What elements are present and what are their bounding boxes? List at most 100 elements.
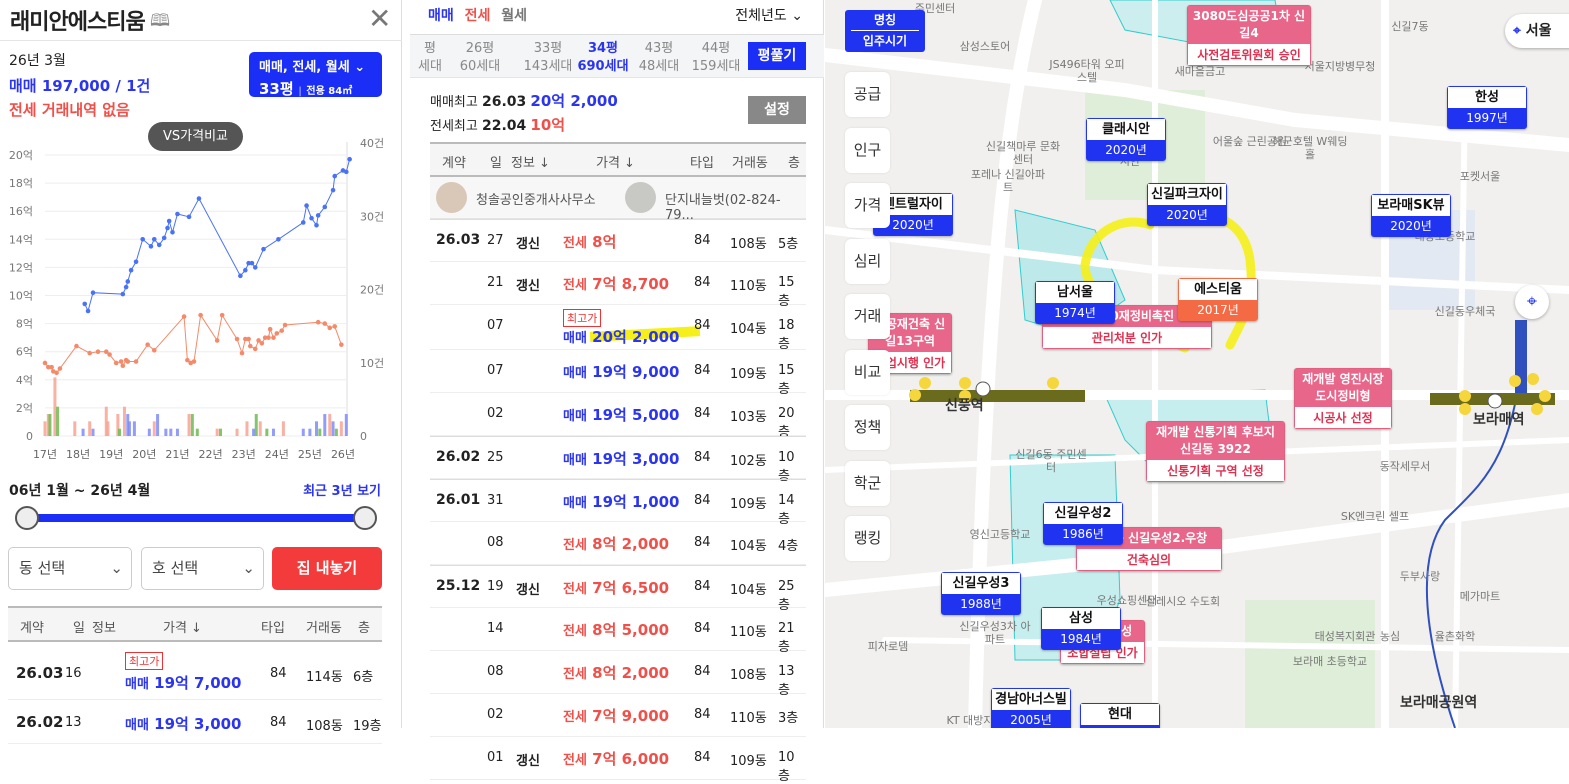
pyeong-option[interactable]: 44평 159세대 [686, 40, 746, 76]
pyeong-option[interactable]: 26평 60세대 [450, 40, 510, 76]
sort-price[interactable]: 가격 ↓ [163, 617, 202, 636]
project-marker[interactable]: 재개발 영진시장 도시정비형 시공사 선정 [1294, 368, 1392, 429]
sort-info[interactable]: 정보 ↓ [511, 152, 550, 171]
complex-marker[interactable]: 경남아너스빌 2005년 [991, 688, 1071, 728]
side-menu-item[interactable]: 비교 [845, 349, 890, 395]
map-icon[interactable]: 🕮 [150, 8, 170, 37]
complex-marker[interactable]: 클래시안 2020년 [1086, 118, 1166, 161]
complex-marker[interactable]: 신길파크자이 2020년 [1147, 183, 1227, 226]
pyeong-option[interactable]: 33평 143세대 [518, 40, 578, 76]
range-start-handle[interactable] [15, 506, 39, 530]
chevron-down-icon: ⌄ [242, 559, 255, 577]
y2-tick-label: 40건 [360, 137, 384, 150]
settings-button[interactable]: 설정 [748, 96, 806, 124]
map-poi-label[interactable]: 농협 [1545, 415, 1569, 428]
map-poi-label[interactable]: 신길책마루 문화센터 [983, 140, 1063, 166]
my-location-icon[interactable]: ⌖ [1515, 285, 1549, 319]
map-poi-label[interactable]: 살레시오 수도회 [1143, 595, 1223, 608]
table-row[interactable]: 21 갱신 전세 7억 8,700 84 110동 15층 [430, 262, 806, 309]
map-poi-label[interactable]: 율촌화학 [1415, 630, 1495, 643]
table-row[interactable]: 02 전세 7억 9,000 84 110동 3층 [430, 694, 806, 737]
map-view[interactable]: 주민센터삼성스토어JS496타워 오피스텔새마을금고신길책마루 문화센터힐스테이… [825, 0, 1569, 728]
trade-price: 전세 7억 6,500 [563, 579, 670, 597]
complex-marker[interactable]: 에스티움 2017년 [1178, 278, 1258, 321]
list-house-button[interactable]: 집 내놓기 [272, 547, 382, 590]
volume-bar [73, 421, 77, 436]
sort-price[interactable]: 가격 ↓ [596, 152, 635, 171]
dong-select[interactable]: 동 선택 ⌄ [8, 547, 132, 590]
map-poi-label[interactable]: 포레나 신길아파트 [968, 168, 1048, 194]
table-row[interactable]: 01 갱신 전세 7억 6,000 84 109동 10층 [430, 737, 806, 784]
data-point [57, 366, 63, 371]
map-poi-label[interactable]: 해군호텔 W웨딩홀 [1270, 135, 1350, 161]
year-filter-dropdown[interactable]: 전체년도 ⌄ [735, 5, 803, 25]
map-poi-label[interactable]: 영신고등학교 [960, 528, 1040, 541]
map-poi-label[interactable]: 신길7동 [1370, 20, 1450, 33]
map-poi-label[interactable]: 보라매 초등학교 [1290, 655, 1370, 668]
recent-3y-link[interactable]: 최근 3년 보기 [303, 480, 381, 499]
table-row[interactable]: 26.03 16 최고가 매매 19억 7,000 84 114동 6층 [8, 642, 382, 700]
complex-marker[interactable]: 보라매SK뷰 2020년 [1371, 194, 1451, 237]
side-menu-item[interactable]: 랭킹 [845, 516, 890, 561]
table-row[interactable]: 08 전세 8억 2,000 84 108동 13층 [430, 651, 806, 698]
complex-marker[interactable]: 현대 [1080, 703, 1160, 728]
side-menu-item[interactable]: 가격 [845, 183, 890, 228]
pyeong-option[interactable]: 34평 690세대 [573, 40, 633, 76]
tab-monthly[interactable]: 월세 [501, 8, 527, 24]
x-tick-label: 20년 [132, 448, 156, 461]
agent-name[interactable]: 청솔공인중개사사무소 [476, 189, 596, 208]
date-range-track[interactable] [27, 514, 365, 522]
complex-marker[interactable]: 신길우성2 1986년 [1043, 502, 1123, 545]
agent-name[interactable]: 단지내늘벗(02-824-79... [665, 189, 806, 223]
map-poi-label[interactable]: 두부사랑 [1380, 570, 1460, 583]
complex-marker[interactable]: 삼성 1984년 [1041, 607, 1121, 650]
table-row[interactable]: 26.02 25 매매 19억 3,000 84 102동 10층 [430, 436, 806, 484]
table-row[interactable]: 25.12 19 갱신 전세 7억 6,500 84 104동 25층 [430, 565, 806, 613]
complex-marker[interactable]: 한성 1997년 [1447, 86, 1527, 129]
volume-bar [301, 428, 305, 436]
complex-marker[interactable]: 신길우성3 1988년 [941, 572, 1021, 615]
tab-sale[interactable]: 매매 [428, 8, 454, 24]
side-menu-item[interactable]: 인구 [845, 127, 890, 173]
map-poi-label[interactable]: 메가마트 [1440, 590, 1520, 603]
unfold-pyeong-button[interactable]: 평풀기 [748, 42, 806, 70]
trade-type-dropdown[interactable]: 매매, 전세, 월세 ⌄ 33평 | 전용 84㎡ [249, 52, 382, 98]
data-point [344, 169, 349, 175]
map-poi-label[interactable]: 포켓서울 [1440, 170, 1520, 183]
table-row[interactable]: 26.01 31 매매 19억 1,000 84 109동 14층 [430, 479, 806, 527]
table-row[interactable]: 08 전세 8억 2,000 84 104동 4층 [430, 522, 806, 565]
side-menu-item[interactable]: 심리 [845, 238, 890, 284]
table-row[interactable]: 07 매매 19억 9,000 84 109동 15층 [430, 350, 806, 397]
map-poi-label[interactable]: 신길동우체국 [1425, 305, 1505, 318]
map-poi-label[interactable]: 신길우성3차 아파트 [955, 620, 1035, 646]
map-poi-label[interactable]: 피자로뎀 [848, 640, 928, 653]
tab-jeonse[interactable]: 전세 [465, 8, 491, 24]
map-poi-label[interactable]: 서울지방병무청 [1300, 60, 1380, 73]
project-marker[interactable]: 재개발 신통기획 후보지 신길동 3922 신통기획 구역 선정 [1146, 421, 1285, 482]
map-poi-label[interactable]: 동작세무서 [1365, 460, 1445, 473]
y-tick-label: 2억 [16, 402, 33, 415]
map-poi-label[interactable]: JS496타워 오피스텔 [1047, 58, 1127, 84]
pyeong-option[interactable]: 43평 48세대 [629, 40, 689, 76]
map-poi-label[interactable]: SK엔크린 셀프 [1335, 510, 1415, 523]
range-end-handle[interactable] [353, 506, 377, 530]
ho-select[interactable]: 호 선택 ⌄ [141, 547, 264, 590]
volume-bar [265, 428, 269, 436]
data-point [322, 204, 328, 210]
project-marker[interactable]: 3080도심공공1차 신길4 사전검토위원회 승인 [1187, 5, 1311, 66]
table-row[interactable]: 07 최고가 매매 20억 2,000 84 104동 18층 [430, 305, 806, 352]
side-menu-item[interactable]: 공급 [845, 72, 890, 117]
map-poi-label[interactable]: 새마을금고 [1160, 65, 1240, 78]
table-row[interactable]: 14 전세 8억 5,000 84 110동 21층 [430, 608, 806, 655]
table-row[interactable]: 26.03 27 갱신 전세 8억 84 108동 5층 [430, 219, 806, 262]
region-button[interactable]: ⌖ 서울 [1505, 14, 1569, 48]
side-menu-item[interactable]: 학군 [845, 460, 890, 506]
map-poi-label[interactable]: 신길6동 주민센터 [1011, 448, 1091, 474]
complex-marker[interactable]: 남서울 1974년 [1035, 281, 1115, 324]
table-row[interactable]: 26.02 13 매매 19억 3,000 84 108동 19층 [8, 700, 382, 744]
side-menu-item[interactable]: 정책 [845, 405, 890, 450]
close-icon[interactable]: ✕ [368, 2, 391, 35]
table-row[interactable]: 02 매매 19억 5,000 84 103동 20층 [430, 393, 806, 440]
side-menu-item[interactable]: 거래 [845, 294, 890, 339]
map-poi-label[interactable]: 삼성스토어 [945, 40, 1025, 53]
